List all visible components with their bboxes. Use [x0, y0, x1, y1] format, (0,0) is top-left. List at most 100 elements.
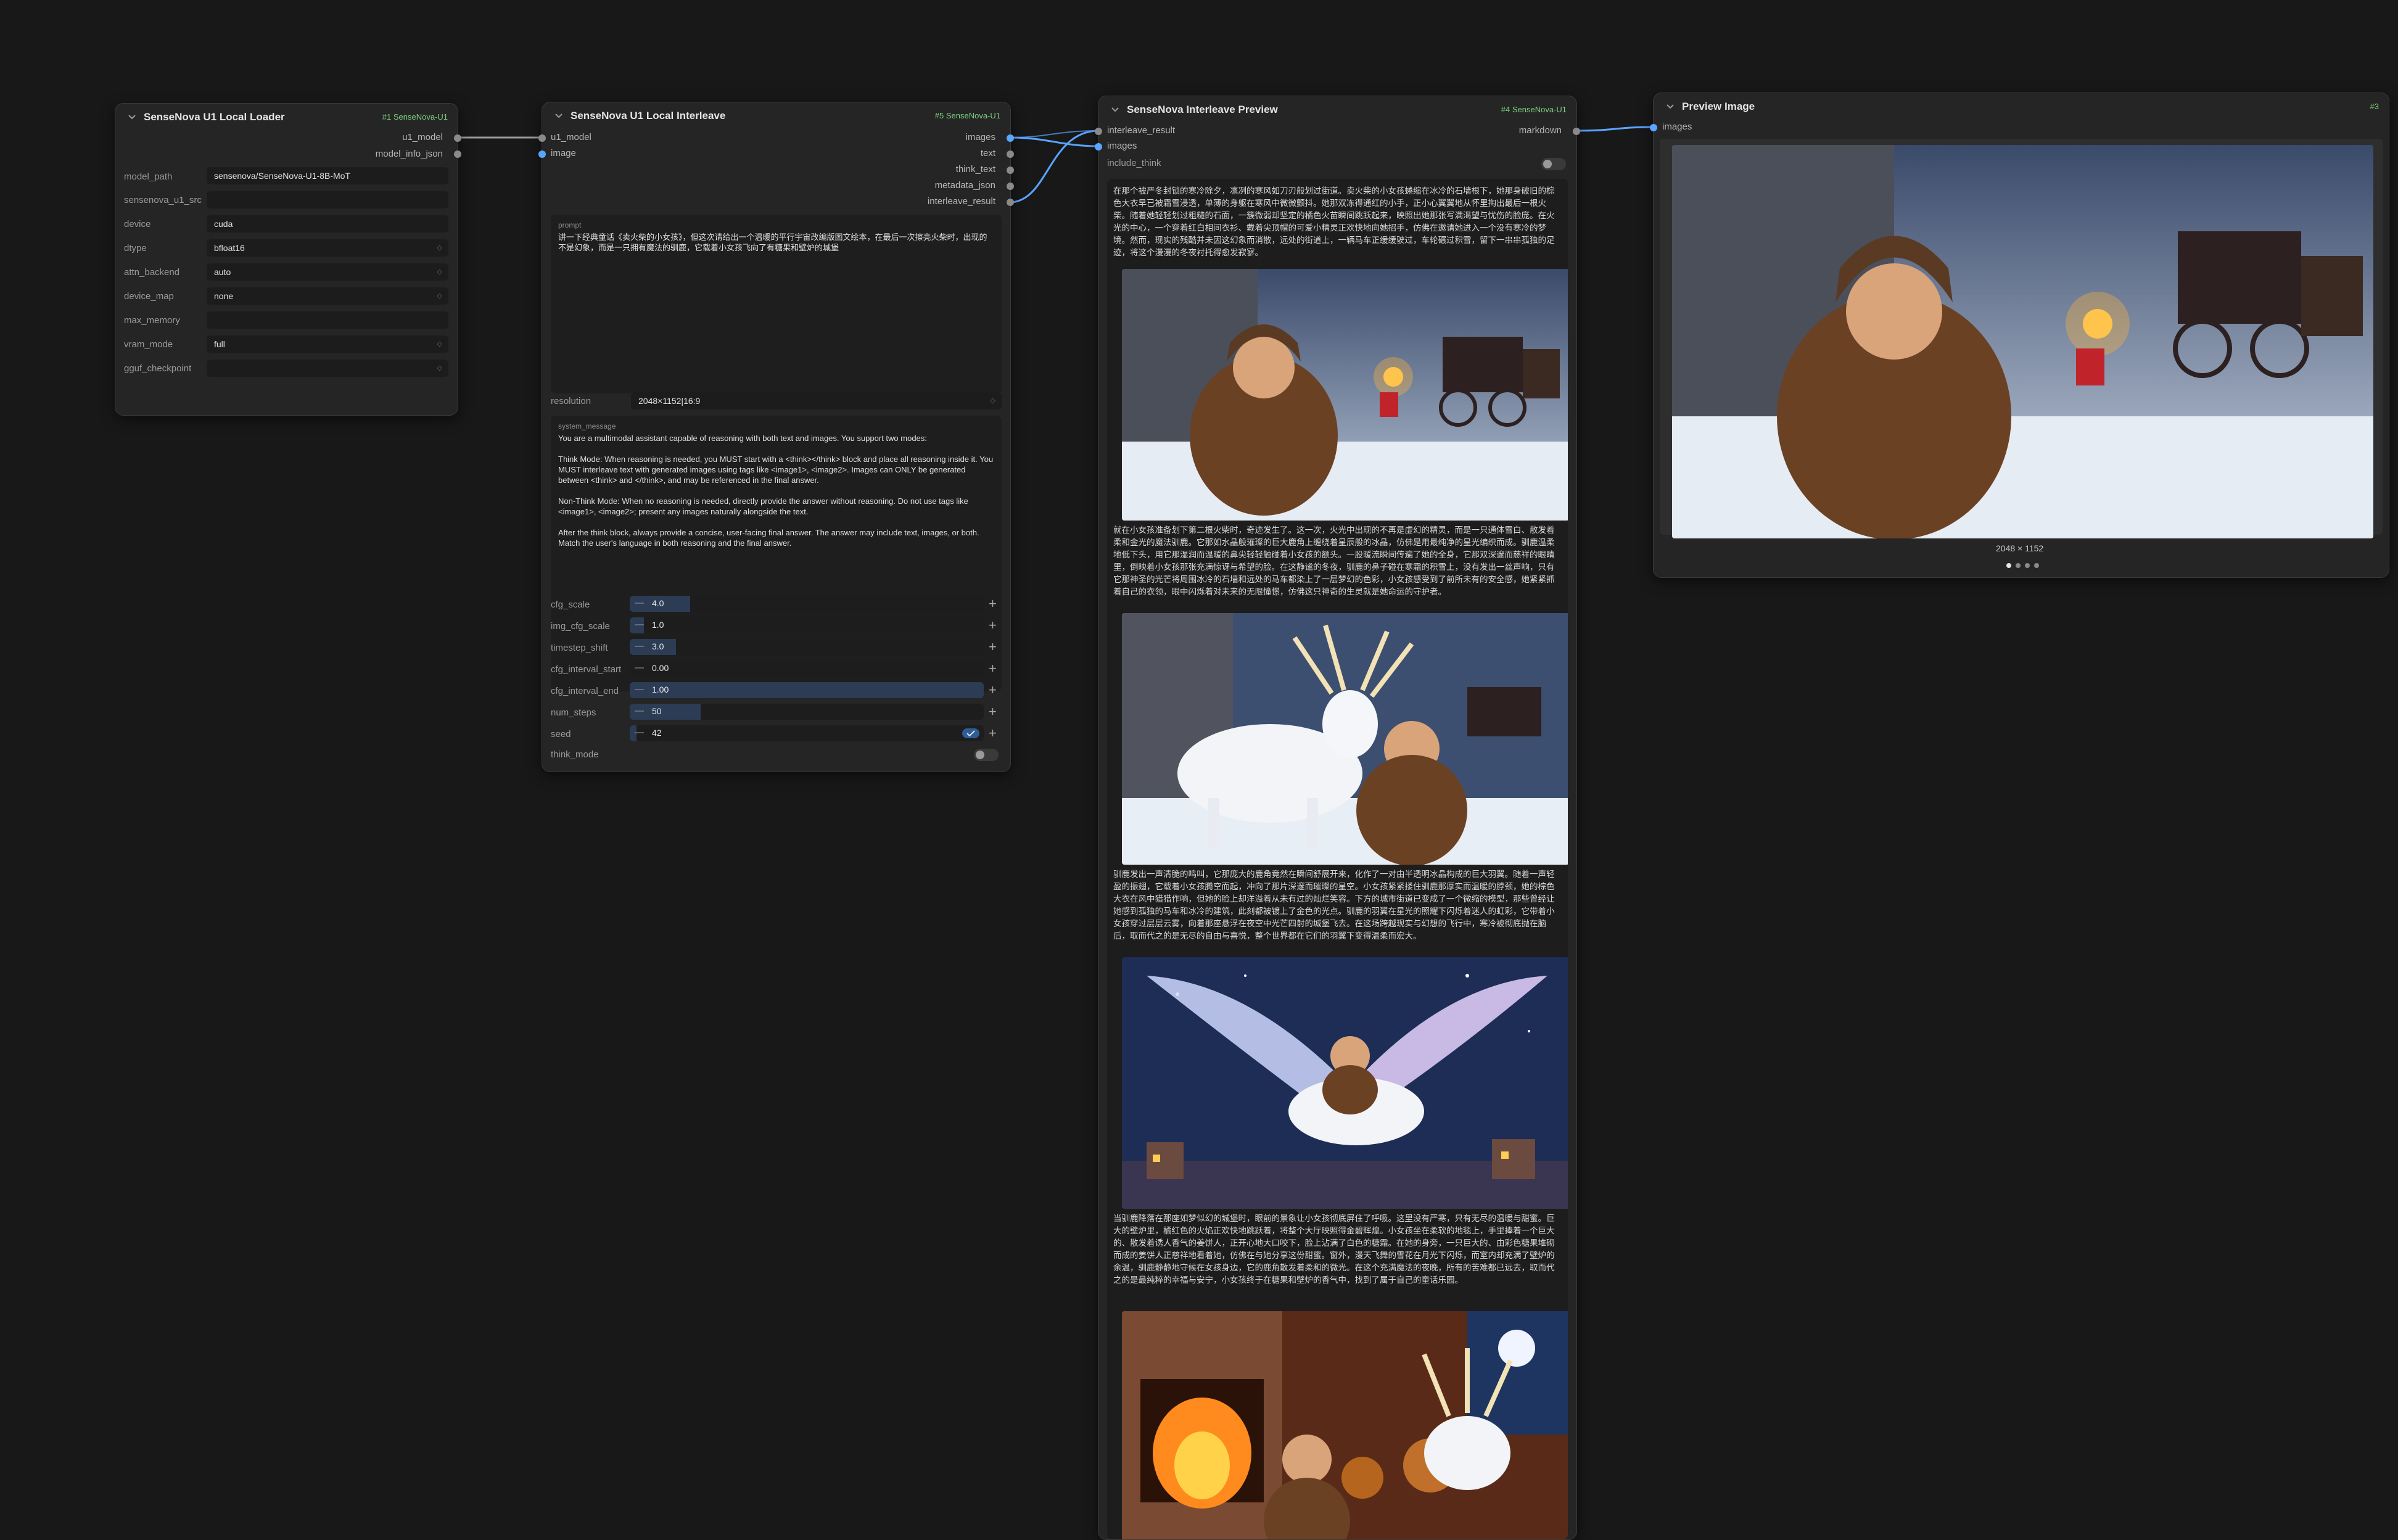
minus-icon[interactable]: —	[635, 684, 644, 694]
output-metadata-json-label: metadata_json	[934, 180, 995, 191]
prompt-text: 讲一下经典童话《卖火柴的小女孩》，但这次请给出一个温暖的平行宇宙改编版图文绘本，…	[558, 233, 987, 252]
output-markdown-port[interactable]	[1573, 128, 1580, 135]
think-mode-toggle[interactable]	[974, 749, 999, 761]
cfg-interval-start-slider[interactable]: — 0.00	[630, 661, 984, 677]
randomize-icon[interactable]	[962, 728, 980, 739]
prompt-label: prompt	[558, 221, 582, 229]
node-header[interactable]: SenseNova Interleave Preview #4 SenseNov…	[1098, 96, 1576, 123]
plus-icon[interactable]: +	[989, 683, 997, 697]
output-u1-model-port[interactable]	[454, 134, 461, 142]
node-header[interactable]: SenseNova U1 Local Loader #1 SenseNova-U…	[115, 104, 458, 131]
chevron-down-icon[interactable]	[125, 110, 139, 123]
output-interleave-result-port[interactable]	[1007, 199, 1014, 206]
story-image-4	[1122, 1311, 1568, 1539]
minus-icon[interactable]: —	[635, 641, 644, 651]
wire-images-to-preview	[1009, 136, 1100, 147]
node-loader[interactable]: SenseNova U1 Local Loader #1 SenseNova-U…	[115, 103, 461, 416]
minus-icon[interactable]: —	[635, 619, 644, 630]
dtype-select[interactable]: bfloat16 ◇	[207, 239, 448, 257]
output-model-info-json-port[interactable]	[454, 150, 461, 158]
prompt-textarea[interactable]: prompt 讲一下经典童话《卖火柴的小女孩》，但这次请给出一个温暖的平行宇宙改…	[551, 215, 1002, 393]
chevron-down-icon[interactable]	[1108, 102, 1122, 116]
sensenova-u1-src-input[interactable]	[207, 191, 448, 208]
include-think-toggle[interactable]	[1541, 158, 1566, 170]
cfg-scale-slider[interactable]: — 4.0	[630, 596, 984, 612]
pager-dot[interactable]	[2034, 563, 2039, 568]
slider-value: 0.00	[652, 663, 669, 673]
device-map-select[interactable]: none ◇	[207, 287, 448, 305]
slider-value: 50	[652, 706, 662, 716]
img-cfg-scale-slider[interactable]: — 1.0	[630, 617, 984, 633]
chevron-icon: ◇	[437, 364, 442, 372]
story-image-2	[1122, 613, 1568, 865]
input-interleave-result-port[interactable]	[1095, 128, 1102, 135]
widget-label-device-map: device_map	[124, 291, 174, 302]
node-header[interactable]: SenseNova U1 Local Interleave #5 SenseNo…	[542, 102, 1010, 130]
cfg-interval-end-slider[interactable]: — 1.00	[630, 682, 984, 698]
plus-icon[interactable]: +	[989, 662, 997, 675]
chevron-down-icon[interactable]	[552, 109, 566, 122]
widget-label-timestep-shift: timestep_shift	[551, 643, 608, 653]
node-interleave[interactable]: SenseNova U1 Local Interleave #5 SenseNo…	[538, 102, 1014, 772]
device-map-value: none	[214, 291, 234, 301]
dtype-value: bfloat16	[214, 243, 245, 253]
num-steps-slider[interactable]: — 50	[630, 704, 984, 720]
plus-icon[interactable]: +	[989, 727, 997, 740]
output-metadata-json-port[interactable]	[1007, 183, 1014, 190]
interleave-content-area: 在那个被严冬封锁的寒冷除夕，凛冽的寒风如刀刃般划过街道。卖火柴的小女孩蜷缩在冰冷…	[1107, 179, 1568, 1539]
output-images-port[interactable]	[1007, 134, 1014, 142]
minus-icon[interactable]: —	[635, 662, 644, 673]
input-u1-model-port[interactable]	[538, 134, 546, 142]
resolution-select[interactable]: 2048×1152|16:9 ◇	[631, 392, 1002, 410]
chevron-down-icon[interactable]	[1663, 99, 1677, 113]
output-text-label: text	[980, 148, 995, 159]
node-badge: #4 SenseNova-U1	[1501, 105, 1567, 114]
node-header[interactable]: Preview Image #3	[1654, 93, 2389, 120]
widget-label-img-cfg-scale: img_cfg_scale	[551, 621, 610, 632]
output-think-text-port[interactable]	[1007, 167, 1014, 174]
attn-backend-select[interactable]: auto ◇	[207, 263, 448, 281]
output-text-port[interactable]	[1007, 150, 1014, 158]
gguf-checkpoint-select[interactable]: ◇	[207, 360, 448, 377]
output-think-text-label: think_text	[955, 164, 995, 175]
minus-icon[interactable]: —	[635, 727, 644, 738]
widget-label-seed: seed	[551, 729, 571, 739]
preview-image[interactable]	[1672, 145, 2373, 538]
input-u1-model-label: u1_model	[551, 132, 591, 142]
node-title: SenseNova Interleave Preview	[1127, 104, 1278, 115]
node-preview-image[interactable]: Preview Image #3 images 2048 × 1152	[1650, 93, 2389, 578]
pager-dot[interactable]	[2016, 563, 2021, 568]
minus-icon[interactable]: —	[635, 598, 644, 608]
resolution-value: 2048×1152|16:9	[638, 396, 701, 406]
chevron-icon: ◇	[437, 268, 442, 276]
device-value: cuda	[214, 219, 233, 229]
story-image-1	[1122, 269, 1568, 521]
minus-icon[interactable]: —	[635, 706, 644, 716]
image-pager[interactable]	[2006, 563, 2039, 568]
timestep-shift-slider[interactable]: — 3.0	[630, 639, 984, 655]
input-images-port[interactable]	[1095, 143, 1102, 150]
slider-value: 3.0	[652, 641, 664, 651]
input-image-port[interactable]	[538, 150, 546, 158]
slider-value: 1.0	[652, 620, 664, 630]
seed-slider[interactable]: — 42	[630, 725, 984, 741]
node-title: Preview Image	[1682, 101, 1755, 112]
output-u1-model-label: u1_model	[402, 132, 443, 142]
input-images-port[interactable]	[1650, 124, 1657, 131]
story-paragraph: 当驯鹿降落在那座如梦似幻的城堡时，眼前的景象让小女孩彻底屏住了呼吸。这里没有严寒…	[1113, 1214, 1555, 1285]
device-input[interactable]: cuda	[207, 215, 448, 233]
max-memory-input[interactable]	[207, 311, 448, 329]
plus-icon[interactable]: +	[989, 597, 997, 611]
story-paragraph: 在那个被严冬封锁的寒冷除夕，凛冽的寒风如刀刃般划过街道。卖火柴的小女孩蜷缩在冰冷…	[1113, 186, 1555, 257]
plus-icon[interactable]: +	[989, 619, 997, 632]
vram-mode-select[interactable]: full ◇	[207, 336, 448, 353]
node-interleave-preview[interactable]: SenseNova Interleave Preview #4 SenseNov…	[1095, 96, 1580, 1540]
model-path-input[interactable]: sensenova/SenseNova-U1-8B-MoT	[207, 167, 448, 184]
pager-dot[interactable]	[2025, 563, 2030, 568]
input-images-label: images	[1662, 121, 1692, 132]
plus-icon[interactable]: +	[989, 640, 997, 654]
plus-icon[interactable]: +	[989, 705, 997, 719]
slider-value: 1.00	[652, 685, 669, 694]
slider-value: 42	[652, 728, 662, 738]
pager-dot[interactable]	[2006, 563, 2011, 568]
